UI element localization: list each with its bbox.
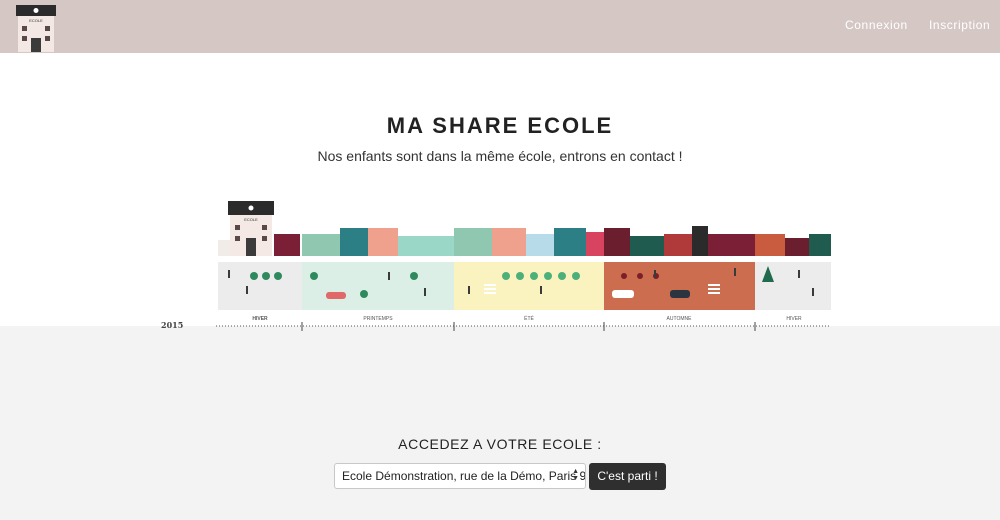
school-building: ECOLE bbox=[228, 201, 274, 256]
school-select[interactable]: Ecole Démonstration, rue de la Démo, Par… bbox=[334, 463, 586, 489]
page-subtitle: Nos enfants sont dans la même école, ent… bbox=[317, 148, 683, 164]
home-logo[interactable]: ECOLE bbox=[16, 5, 56, 52]
winter-ground bbox=[218, 262, 302, 310]
season-label-winter-end: HIVER bbox=[786, 316, 802, 322]
timeline-year: 2015 bbox=[161, 320, 184, 330]
winter-end-ground bbox=[755, 262, 831, 310]
autumn-ground bbox=[604, 262, 755, 310]
season-label-winter: HIVER bbox=[252, 316, 268, 322]
signup-link[interactable]: Inscription bbox=[929, 18, 990, 32]
season-label-autumn: AUTOMNE bbox=[667, 316, 693, 322]
select-arrows-icon: ▲ ▼ bbox=[572, 468, 579, 482]
season-label-summer: ÉTÉ bbox=[524, 315, 534, 322]
spring-ground bbox=[302, 262, 454, 310]
summer-ground bbox=[454, 262, 604, 310]
access-school-title: ACCEDEZ A VOTRE ECOLE : bbox=[398, 436, 602, 452]
seasons-illustration: ECOLE HIVER PRINTEMPS ÉTÉ AUTOMNE HIVER bbox=[216, 201, 831, 331]
season-label-spring: PRINTEMPS bbox=[363, 316, 393, 322]
school-building-icon: ECOLE bbox=[16, 5, 56, 52]
submit-school-button[interactable]: C'est parti ! bbox=[589, 463, 666, 490]
login-link[interactable]: Connexion bbox=[845, 18, 908, 32]
page-title: MA SHARE ECOLE bbox=[386, 113, 614, 138]
top-navbar: ECOLE Connexion Inscription bbox=[0, 0, 1000, 53]
school-sign: ECOLE bbox=[244, 217, 258, 222]
logo-sign: ECOLE bbox=[29, 18, 43, 23]
school-select-value: Ecole Démonstration, rue de la Démo, Par… bbox=[342, 469, 586, 483]
